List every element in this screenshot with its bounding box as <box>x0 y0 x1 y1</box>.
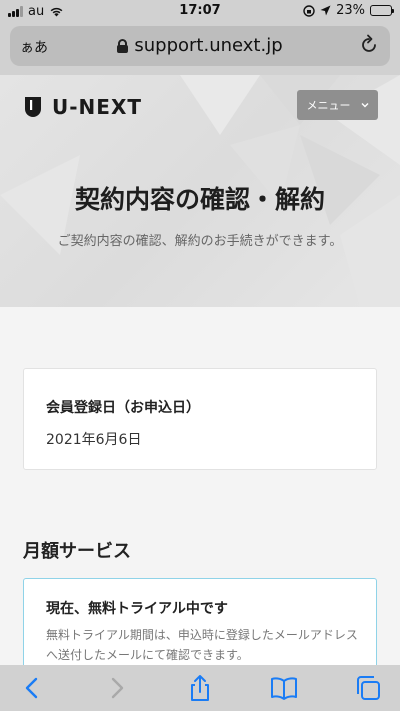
battery-percent: 23% <box>336 3 365 18</box>
orientation-lock-icon <box>303 4 315 17</box>
page-subtitle: ご契約内容の確認、解約のお手続きができます。 <box>57 234 343 249</box>
page-title: 契約内容の確認・解約 <box>74 185 325 214</box>
address-bar[interactable]: ぁあ support.unext.jp <box>10 26 390 66</box>
unext-logo[interactable]: U-NEXT <box>24 95 142 119</box>
registration-date: 2021年6月6日 <box>46 432 142 448</box>
back-icon[interactable] <box>18 674 46 702</box>
registration-card: 会員登録日（お申込日） 2021年6月6日 <box>23 368 377 470</box>
monthly-section-title: 月額サービス <box>23 541 131 562</box>
registration-label: 会員登録日（お申込日） <box>46 400 200 416</box>
unext-shield-icon <box>25 97 41 117</box>
web-page: U-NEXT メニュー 契約内容の確認・解約 ご契約内容の確認、解約のお手続きが… <box>0 75 400 665</box>
bookmarks-icon[interactable] <box>270 674 298 702</box>
tabs-icon[interactable] <box>354 674 382 702</box>
trial-status-card: 現在、無料トライアル中です 無料トライアル期間は、申込時に登録したメールアドレス… <box>23 578 377 665</box>
status-right: 23% <box>303 3 394 18</box>
status-bar: au 17:07 23% <box>0 0 400 22</box>
logo-text: U-NEXT <box>52 95 143 119</box>
battery-icon <box>370 5 394 16</box>
browser-address-area: ぁあ support.unext.jp <box>0 22 400 75</box>
url-display[interactable]: support.unext.jp <box>10 35 390 56</box>
reload-icon[interactable] <box>358 34 380 56</box>
share-icon[interactable] <box>186 674 214 702</box>
lock-icon <box>117 38 129 53</box>
hero-section: U-NEXT メニュー 契約内容の確認・解約 ご契約内容の確認、解約のお手続きが… <box>0 75 400 307</box>
menu-label: メニュー <box>306 99 351 112</box>
menu-button[interactable]: メニュー <box>297 90 378 120</box>
trial-status-title: 現在、無料トライアル中です <box>46 601 228 617</box>
chevron-down-icon <box>361 103 368 108</box>
browser-toolbar <box>0 665 400 711</box>
url-text[interactable]: support.unext.jp <box>134 35 282 56</box>
forward-icon[interactable] <box>103 674 131 702</box>
trial-description: 無料トライアル期間は、申込時に登録したメールアドレスへ送付したメールにて確認でき… <box>46 628 358 662</box>
location-icon <box>320 5 331 16</box>
